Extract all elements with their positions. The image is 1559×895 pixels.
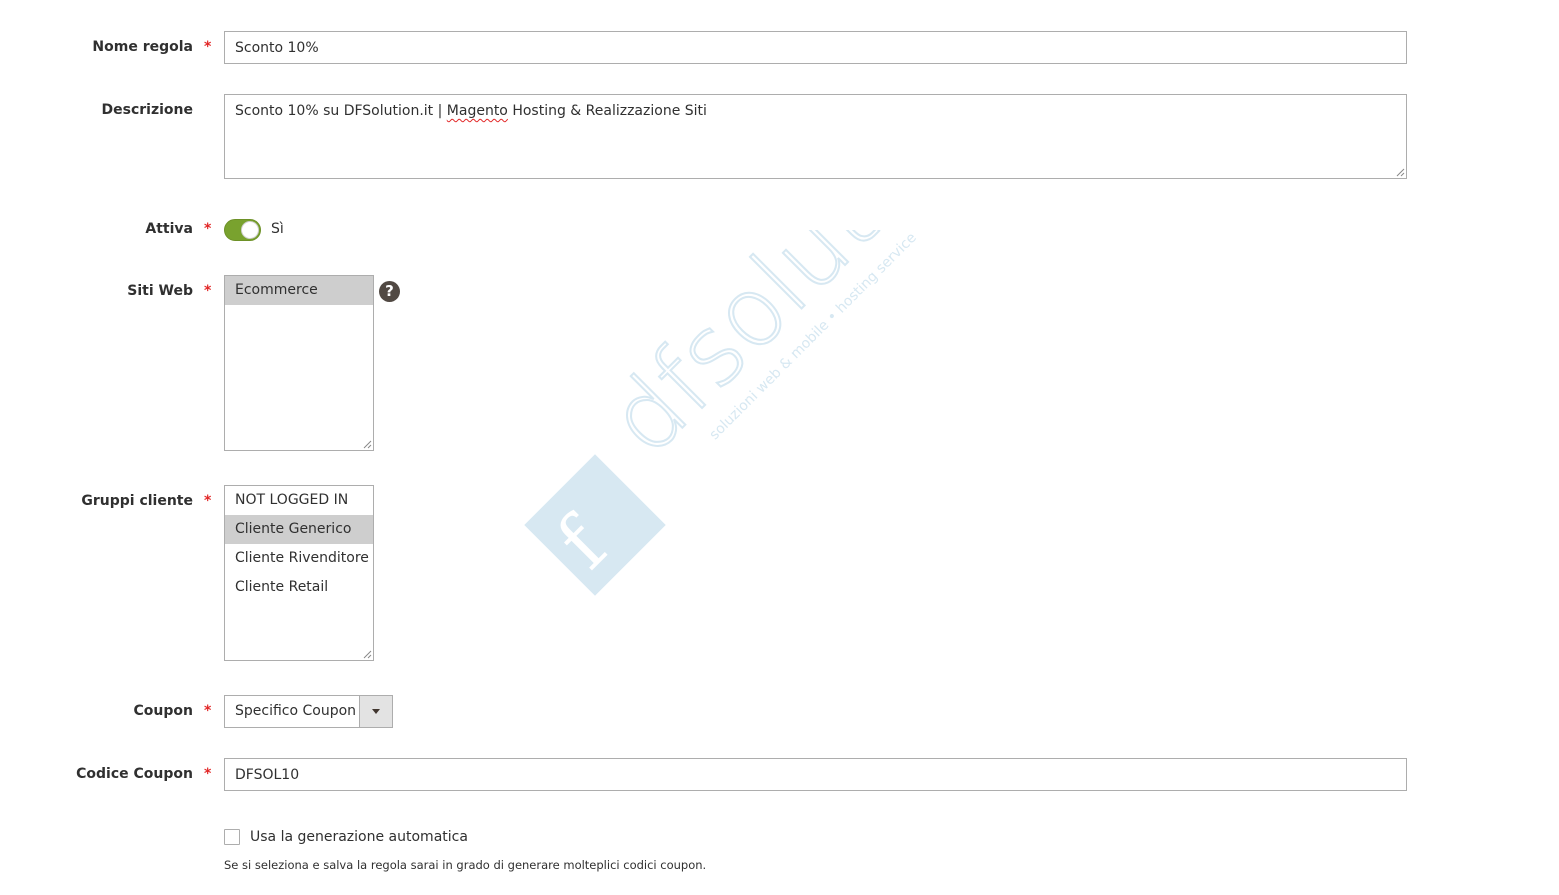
coupon-code-label: Codice Coupon [76, 766, 193, 782]
resize-grip-icon[interactable] [363, 650, 372, 659]
auto-generation-note: Se si seleziona e salva la regola sarai … [224, 858, 707, 872]
auto-generation-checkbox[interactable] [224, 829, 240, 845]
required-marker: * [204, 493, 212, 509]
required-marker: * [204, 39, 212, 55]
required-marker: * [204, 766, 212, 782]
description-misspelled-word: Magento [446, 103, 508, 119]
customer-group-option-retail[interactable]: Cliente Retail [225, 573, 373, 602]
watermark-logo-square [524, 454, 666, 596]
websites-multiselect[interactable]: Ecommerce [224, 275, 374, 451]
watermark-brand: dfsolution [587, 230, 960, 476]
toggle-knob [241, 221, 259, 239]
cart-price-rule-form: f dfsolution soluzioni web & mobile • ho… [0, 0, 1559, 895]
coupon-select[interactable]: Specifico Coupon [224, 695, 393, 728]
rule-name-input[interactable]: Sconto 10% [224, 31, 1407, 64]
auto-generation-label[interactable]: Usa la generazione automatica [250, 829, 468, 845]
dfsolution-watermark: f dfsolution soluzioni web & mobile • ho… [524, 230, 960, 596]
coupon-code-input[interactable]: DFSOL10 [224, 758, 1407, 791]
question-circle-icon[interactable]: ? [379, 281, 400, 302]
customer-group-option-rivenditore[interactable]: Cliente Rivenditore [225, 544, 373, 573]
required-marker: * [204, 221, 212, 237]
coupon-code-value: DFSOL10 [235, 766, 300, 783]
website-option-ecommerce[interactable]: Ecommerce [225, 276, 373, 305]
description-label: Descrizione [101, 102, 193, 118]
coupon-select-value: Specifico Coupon [235, 703, 357, 719]
customer-group-option-generico[interactable]: Cliente Generico [225, 515, 373, 544]
active-label: Attiva [145, 221, 193, 237]
required-marker: * [204, 703, 212, 719]
rule-name-label: Nome regola [92, 39, 193, 55]
caret-down-icon[interactable] [359, 696, 392, 727]
customer-group-option-not-logged-in[interactable]: NOT LOGGED IN [225, 486, 373, 515]
watermark-logo-letter: f [540, 499, 626, 585]
description-text-start: Sconto 10% su DFSolution.it | [235, 103, 447, 119]
description-textarea[interactable]: Sconto 10% su DFSolution.it | Magento Ho… [224, 94, 1407, 179]
active-toggle[interactable] [224, 219, 261, 241]
resize-grip-icon[interactable] [1396, 168, 1405, 177]
description-text-end: Hosting & Realizzazione Siti [507, 103, 707, 119]
watermark-tagline: soluzioni web & mobile • hosting service [707, 230, 920, 443]
websites-label: Siti Web [127, 283, 193, 299]
required-marker: * [204, 283, 212, 299]
customer-groups-label: Gruppi cliente [81, 493, 193, 509]
customer-groups-multiselect[interactable]: NOT LOGGED IN Cliente Generico Cliente R… [224, 485, 374, 661]
resize-grip-icon[interactable] [363, 440, 372, 449]
coupon-label: Coupon [133, 703, 193, 719]
rule-name-value: Sconto 10% [235, 39, 319, 56]
active-state-label: Sì [271, 221, 284, 237]
